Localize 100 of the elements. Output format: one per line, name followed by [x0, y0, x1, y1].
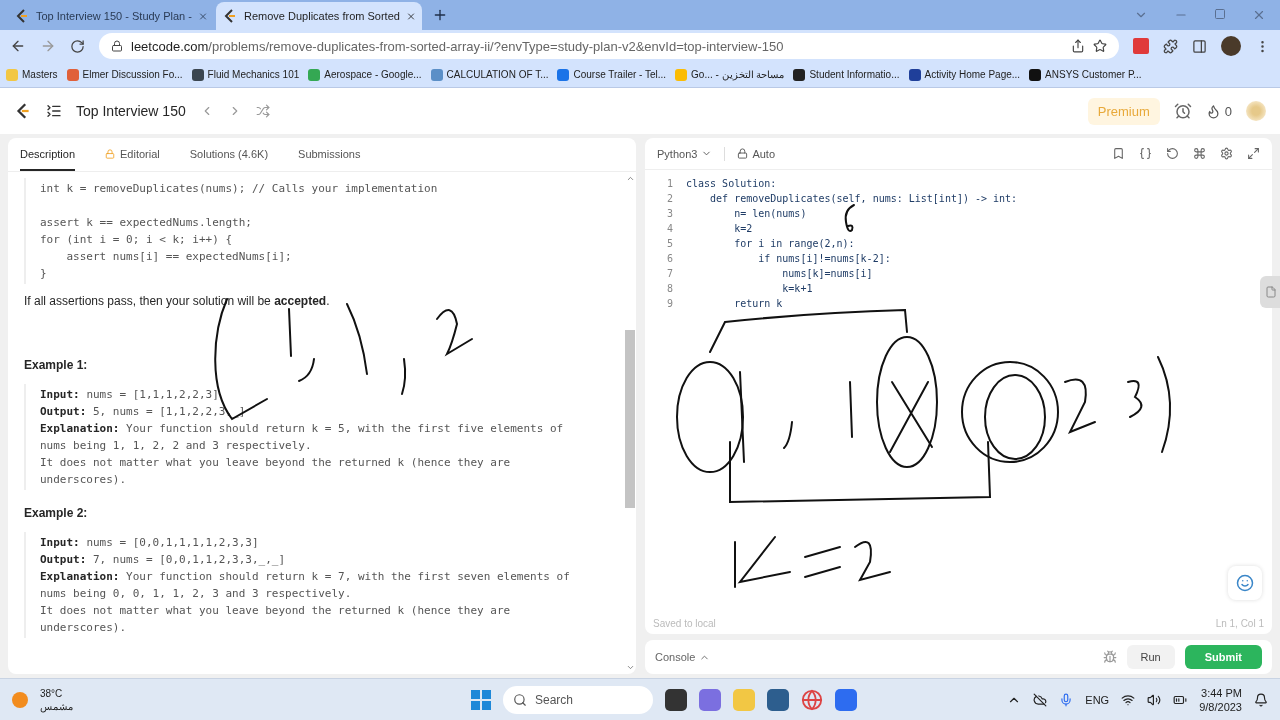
wifi-icon[interactable]: [1121, 692, 1136, 707]
browser-tab[interactable]: Remove Duplicates from Sorted: [216, 2, 422, 30]
mode-label: Auto: [752, 147, 775, 160]
lock-icon: [105, 148, 116, 159]
notification-icon[interactable]: [1254, 692, 1268, 707]
line-number: 5: [665, 237, 673, 251]
bookmark-link[interactable]: Go... - مساحة التخزين: [691, 69, 785, 80]
avatar-icon[interactable]: [1221, 36, 1241, 56]
save-status: Saved to local: [653, 617, 716, 629]
temperature: 38°C: [40, 686, 64, 700]
new-tab-icon[interactable]: [432, 7, 448, 23]
app-icon[interactable]: [665, 688, 687, 711]
line-number: 1: [665, 177, 673, 191]
code-line: def removeDuplicates(self, nums: List[int]) -> int:: [709, 192, 1018, 206]
bookmark-link[interactable]: Student Informatio...: [809, 69, 900, 80]
debug-icon[interactable]: [1102, 650, 1117, 664]
smile-icon: [1236, 574, 1254, 592]
panel-tab[interactable]: Description: [20, 138, 76, 171]
code-line: underscores).: [40, 472, 128, 488]
share-icon[interactable]: [1071, 39, 1085, 53]
search-icon: [513, 692, 527, 707]
search-field[interactable]: Search: [503, 685, 653, 714]
maximize-icon[interactable]: [1214, 8, 1226, 20]
code-line: assert k == expectedNums.length;: [40, 215, 253, 231]
line-number: 4: [665, 222, 673, 236]
command-icon[interactable]: [1193, 147, 1206, 160]
weather-icon: [12, 691, 28, 708]
reset-icon[interactable]: [1166, 147, 1179, 160]
code-line: return k: [733, 297, 783, 311]
braces-icon[interactable]: [1139, 147, 1152, 160]
run-button[interactable]: Run: [1126, 645, 1175, 669]
feedback-button[interactable]: [1228, 566, 1262, 600]
bookmark-link[interactable]: Aerospace - Google...: [324, 69, 422, 80]
browser-icon[interactable]: [801, 688, 823, 711]
expand-icon[interactable]: [1247, 147, 1260, 160]
language-indicator[interactable]: ENG: [1085, 693, 1110, 706]
code-line: if nums[i]!=nums[k-2]:: [757, 252, 891, 266]
scroll-up-icon[interactable]: [625, 174, 635, 183]
console-toggle[interactable]: Console: [655, 651, 711, 663]
bookmark-icon[interactable]: [1029, 68, 1042, 81]
weather-text: مشمس: [40, 699, 73, 713]
bookmark-link[interactable]: Course Trailer - Tel...: [573, 69, 667, 80]
shuffle-icon[interactable]: [255, 104, 270, 118]
clock-date[interactable]: 9/8/2023: [1199, 699, 1242, 714]
code-line: It does not matter what you leave beyond the returned k (hence they are: [40, 603, 512, 619]
reload-icon[interactable]: [70, 38, 85, 54]
code-line: underscores).: [40, 620, 128, 636]
code-line: n= len(nums): [733, 207, 807, 221]
app-icon[interactable]: [767, 688, 789, 711]
leetcode-logo-icon: [14, 102, 32, 120]
bookmark-link[interactable]: Elmer Discussion Fo...: [82, 69, 183, 80]
language-select[interactable]: Python3: [657, 147, 713, 160]
code-line: for (int i = 0; i < k; i++) {: [40, 232, 234, 248]
mic-icon[interactable]: [1059, 692, 1074, 707]
panel-tab[interactable]: Editorial: [105, 138, 160, 171]
streak-count: 0: [1224, 103, 1232, 119]
code-line: class Solution:: [686, 177, 777, 191]
code-line: assert nums[i] == expectedNums[i];: [65, 249, 293, 265]
bookmark-link[interactable]: CALCULATION OF T...: [446, 69, 549, 80]
code-line: k=2: [733, 222, 753, 236]
back-icon[interactable]: [10, 38, 26, 54]
browser-tab[interactable]: Top Interview 150 - Study Plan -: [8, 2, 214, 30]
scroll-down-icon[interactable]: [625, 663, 635, 672]
bookmark-icon[interactable]: [793, 68, 806, 81]
example-title: Example 1:: [24, 358, 89, 372]
code-line: }: [40, 266, 48, 282]
panel-tab[interactable]: Solutions (4.6K): [189, 138, 269, 171]
bookmark-link[interactable]: ANSYS Customer P...: [1045, 69, 1142, 80]
panel-tab[interactable]: Submissions: [298, 138, 361, 171]
leetcode-logo-icon: [14, 8, 30, 24]
settings-icon[interactable]: [1220, 147, 1233, 160]
code-line: It does not matter what you leave beyond the returned k (hence they are: [40, 455, 512, 471]
bookmark-icon[interactable]: [908, 68, 921, 81]
timer-icon[interactable]: [1173, 102, 1192, 120]
close-icon[interactable]: [1252, 8, 1266, 22]
clock-time[interactable]: 3:44 PM: [1201, 685, 1242, 700]
scrollbar-thumb[interactable]: [625, 330, 635, 508]
bookmark-link[interactable]: Fluid Mechanics 101: [207, 69, 300, 80]
puzzle-icon[interactable]: [1163, 38, 1178, 54]
flame-icon[interactable]: [1205, 103, 1221, 119]
file-icon: [1265, 286, 1277, 298]
windows-start-icon[interactable]: [471, 689, 491, 710]
leetcode-logo-icon: [222, 8, 238, 24]
address-field[interactable]: leetcode.com/problems/remove-duplicates-from-sorted-array-ii/?envType=study-plan-v2&envId=top-interview-150: [99, 33, 1119, 59]
bookmark-link[interactable]: Activity Home Page...: [924, 69, 1021, 80]
forward-icon[interactable]: [40, 38, 56, 54]
line-number: 2: [665, 192, 673, 206]
list-icon[interactable]: [46, 103, 62, 119]
star-icon[interactable]: [1093, 39, 1107, 53]
cursor-position: Ln 1, Col 1: [1215, 617, 1264, 629]
volume-icon[interactable]: [1147, 692, 1162, 707]
bookmark-link[interactable]: Masters: [22, 69, 58, 80]
code-line: for i in range(2,n):: [733, 237, 855, 251]
study-plan-title[interactable]: Top Interview 150: [76, 103, 186, 119]
side-panel-icon[interactable]: [1192, 38, 1207, 54]
bookmark-icon[interactable]: [191, 68, 204, 81]
code-line: k=k+1: [781, 282, 813, 296]
cloud-icon[interactable]: [1033, 692, 1048, 707]
code-line: int k = removeDuplicates(nums); // Calls your implementation: [40, 181, 439, 197]
code-line: nums[k]=nums[i]: [781, 267, 873, 281]
